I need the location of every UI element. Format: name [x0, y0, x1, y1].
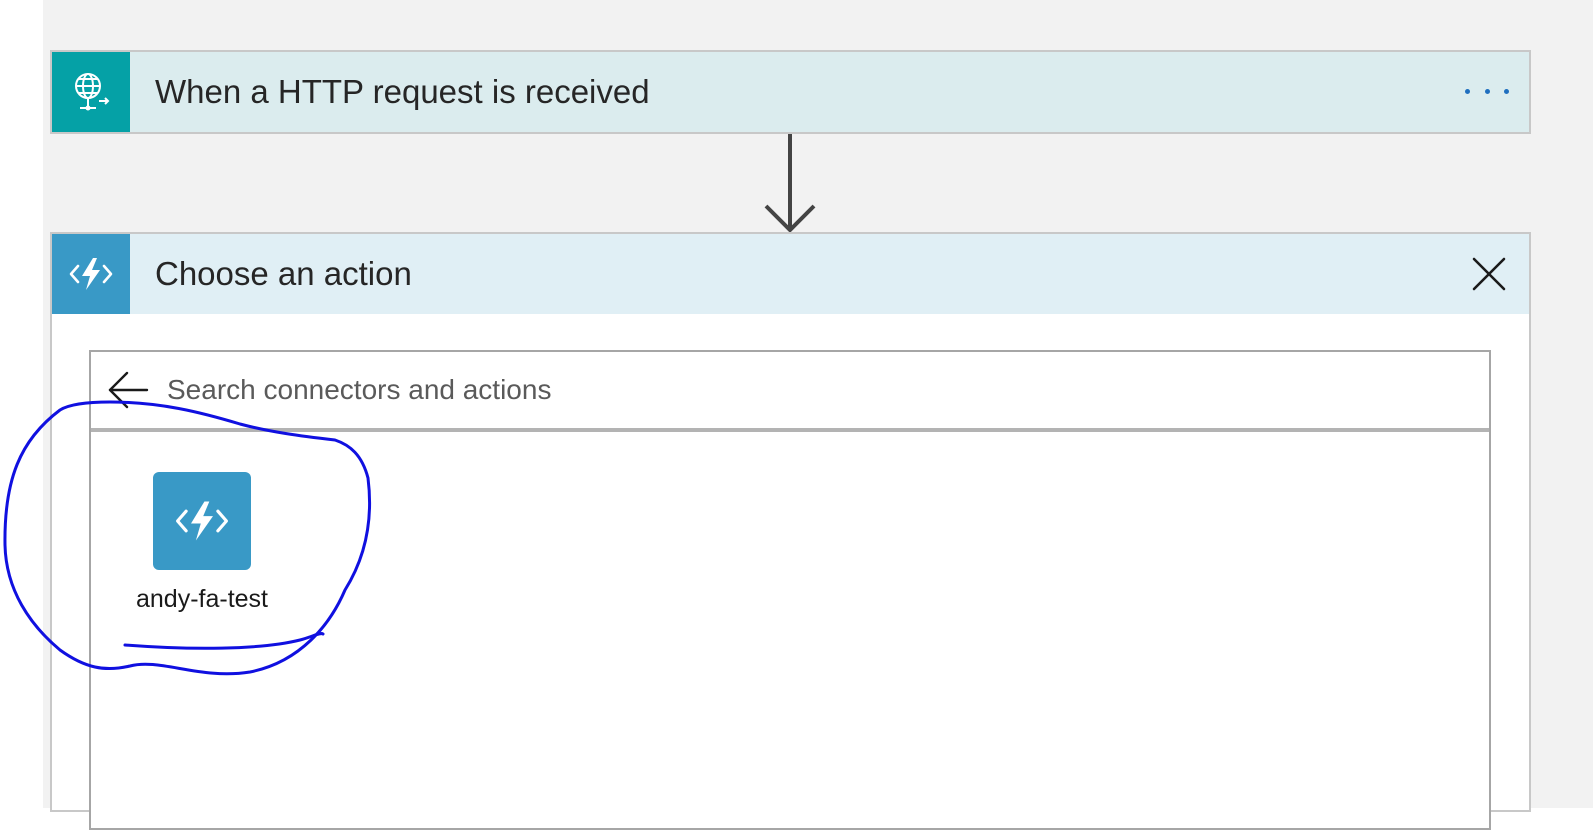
trigger-card-header[interactable]: When a HTTP request is received: [52, 52, 1529, 132]
close-icon[interactable]: [1471, 256, 1507, 292]
azure-function-icon: [52, 234, 130, 314]
connector-tile-andy-fa-test[interactable]: andy-fa-test: [113, 472, 291, 622]
azure-function-icon: [153, 472, 251, 570]
globe-request-icon: [52, 52, 130, 132]
search-row: [91, 352, 1489, 432]
choose-action-title: Choose an action: [155, 255, 412, 292]
trigger-card[interactable]: When a HTTP request is received: [50, 50, 1531, 134]
search-input[interactable]: [167, 374, 1267, 406]
arrow-left-icon[interactable]: [107, 370, 149, 410]
choose-action-card: Choose an action Search connectors and a…: [50, 232, 1531, 830]
search-panel: andy-fa-test: [89, 350, 1491, 830]
arrow-down-icon: [764, 134, 816, 233]
connector-tile-label: andy-fa-test: [135, 585, 268, 613]
more-options-icon[interactable]: [1465, 76, 1509, 106]
trigger-title: When a HTTP request is received: [155, 73, 650, 110]
choose-action-header: Choose an action: [52, 234, 1529, 314]
